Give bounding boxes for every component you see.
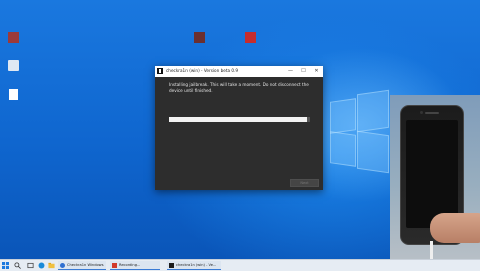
maximize-button[interactable]: ☐: [297, 66, 310, 77]
document-icon: [8, 89, 18, 100]
desktop-icon-recycle-bin[interactable]: [0, 60, 30, 72]
logo-pane-tr: [357, 89, 389, 133]
desktop-icon-document[interactable]: [0, 89, 30, 101]
taskbar: Checkra1n Windows... Recording... checkr…: [0, 259, 480, 271]
checkra1n-icon: [7, 32, 19, 43]
checkra1n-task-icon: [169, 262, 174, 268]
edge-icon[interactable]: [38, 262, 45, 269]
desktop-icon-shortcut-1[interactable]: [182, 32, 216, 44]
next-button[interactable]: Next: [290, 179, 319, 187]
window-title: checkra1n (win) - Version beta 0.9: [166, 68, 239, 73]
recording-icon: [112, 262, 117, 268]
hand-image: [430, 213, 480, 243]
status-message: Installing jailbreak. This will take a m…: [169, 82, 309, 93]
checkra1n-app-icon: [157, 68, 163, 74]
phone-screen: [406, 120, 458, 228]
window-titlebar[interactable]: checkra1n (win) - Version beta 0.9 — ☐ ✕: [155, 66, 323, 77]
phone-speaker: [425, 112, 439, 114]
app-shortcut-icon: [244, 32, 256, 43]
close-button[interactable]: ✕: [310, 66, 323, 77]
phone-camera-overlay: [390, 95, 480, 259]
desktop-icon-shortcut-2[interactable]: [233, 32, 267, 44]
start-icon[interactable]: [2, 262, 9, 269]
logo-pane-br: [357, 130, 389, 174]
logo-pane-tl: [330, 98, 356, 134]
shortcut-icon: [193, 32, 205, 43]
usb-cable: [430, 241, 433, 259]
checkra1n-window[interactable]: checkra1n (win) - Version beta 0.9 — ☐ ✕…: [155, 66, 323, 190]
desktop-icon-checkra1n[interactable]: [0, 32, 30, 44]
minimize-button[interactable]: —: [284, 66, 297, 77]
taskbar-item-recording[interactable]: Recording...: [110, 261, 160, 270]
taskbar-item-checkra1n-windows[interactable]: Checkra1n Windows...: [58, 261, 106, 270]
taskbar-item-checkra1n-app[interactable]: checkra1n (win) - Ve...: [167, 261, 221, 270]
browser-icon: [60, 262, 65, 268]
progress-bar: [169, 117, 310, 122]
search-icon[interactable]: [14, 262, 21, 269]
phone-camera: [420, 111, 423, 114]
file-explorer-icon[interactable]: [48, 262, 55, 269]
progress-fill: [169, 117, 308, 122]
task-view-icon[interactable]: [27, 262, 34, 269]
recycle-bin-icon: [7, 60, 19, 71]
logo-pane-bl: [330, 131, 356, 167]
